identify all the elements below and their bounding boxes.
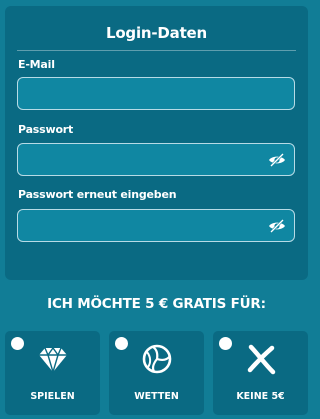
card-title: Login-Daten (105, 24, 208, 42)
radio-button[interactable] (11, 337, 24, 350)
eye-slash-icon[interactable] (268, 218, 286, 234)
bonus-heading: ICH MÖCHTE 5 € GRATIS FÜR: (47, 296, 266, 312)
password-repeat-field[interactable] (17, 209, 295, 242)
option-wetten[interactable]: WETTEN (109, 331, 204, 415)
email-label: E-Mail (18, 58, 55, 71)
cross-icon (247, 344, 276, 375)
login-data-card: Login-Daten E-Mail Passwort Passwort ern… (5, 6, 308, 280)
password-repeat-label: Passwort erneut eingeben (18, 188, 177, 201)
eye-slash-icon[interactable] (268, 152, 286, 168)
email-field[interactable] (17, 77, 295, 110)
option-keine-5-euro[interactable]: KEINE 5€ (213, 331, 308, 415)
password-repeat-input[interactable] (18, 210, 294, 241)
password-field[interactable] (17, 143, 295, 176)
title-divider (17, 50, 296, 51)
password-input[interactable] (18, 144, 294, 175)
password-label: Passwort (18, 123, 74, 136)
radio-button[interactable] (219, 337, 232, 350)
volleyball-icon (142, 344, 172, 374)
option-label: WETTEN (134, 391, 179, 402)
email-input[interactable] (18, 78, 294, 109)
option-label: KEINE 5€ (236, 391, 285, 402)
diamond-icon (39, 346, 67, 375)
option-spielen[interactable]: SPIELEN (5, 331, 100, 415)
radio-button[interactable] (115, 337, 128, 350)
option-label: SPIELEN (30, 391, 75, 402)
